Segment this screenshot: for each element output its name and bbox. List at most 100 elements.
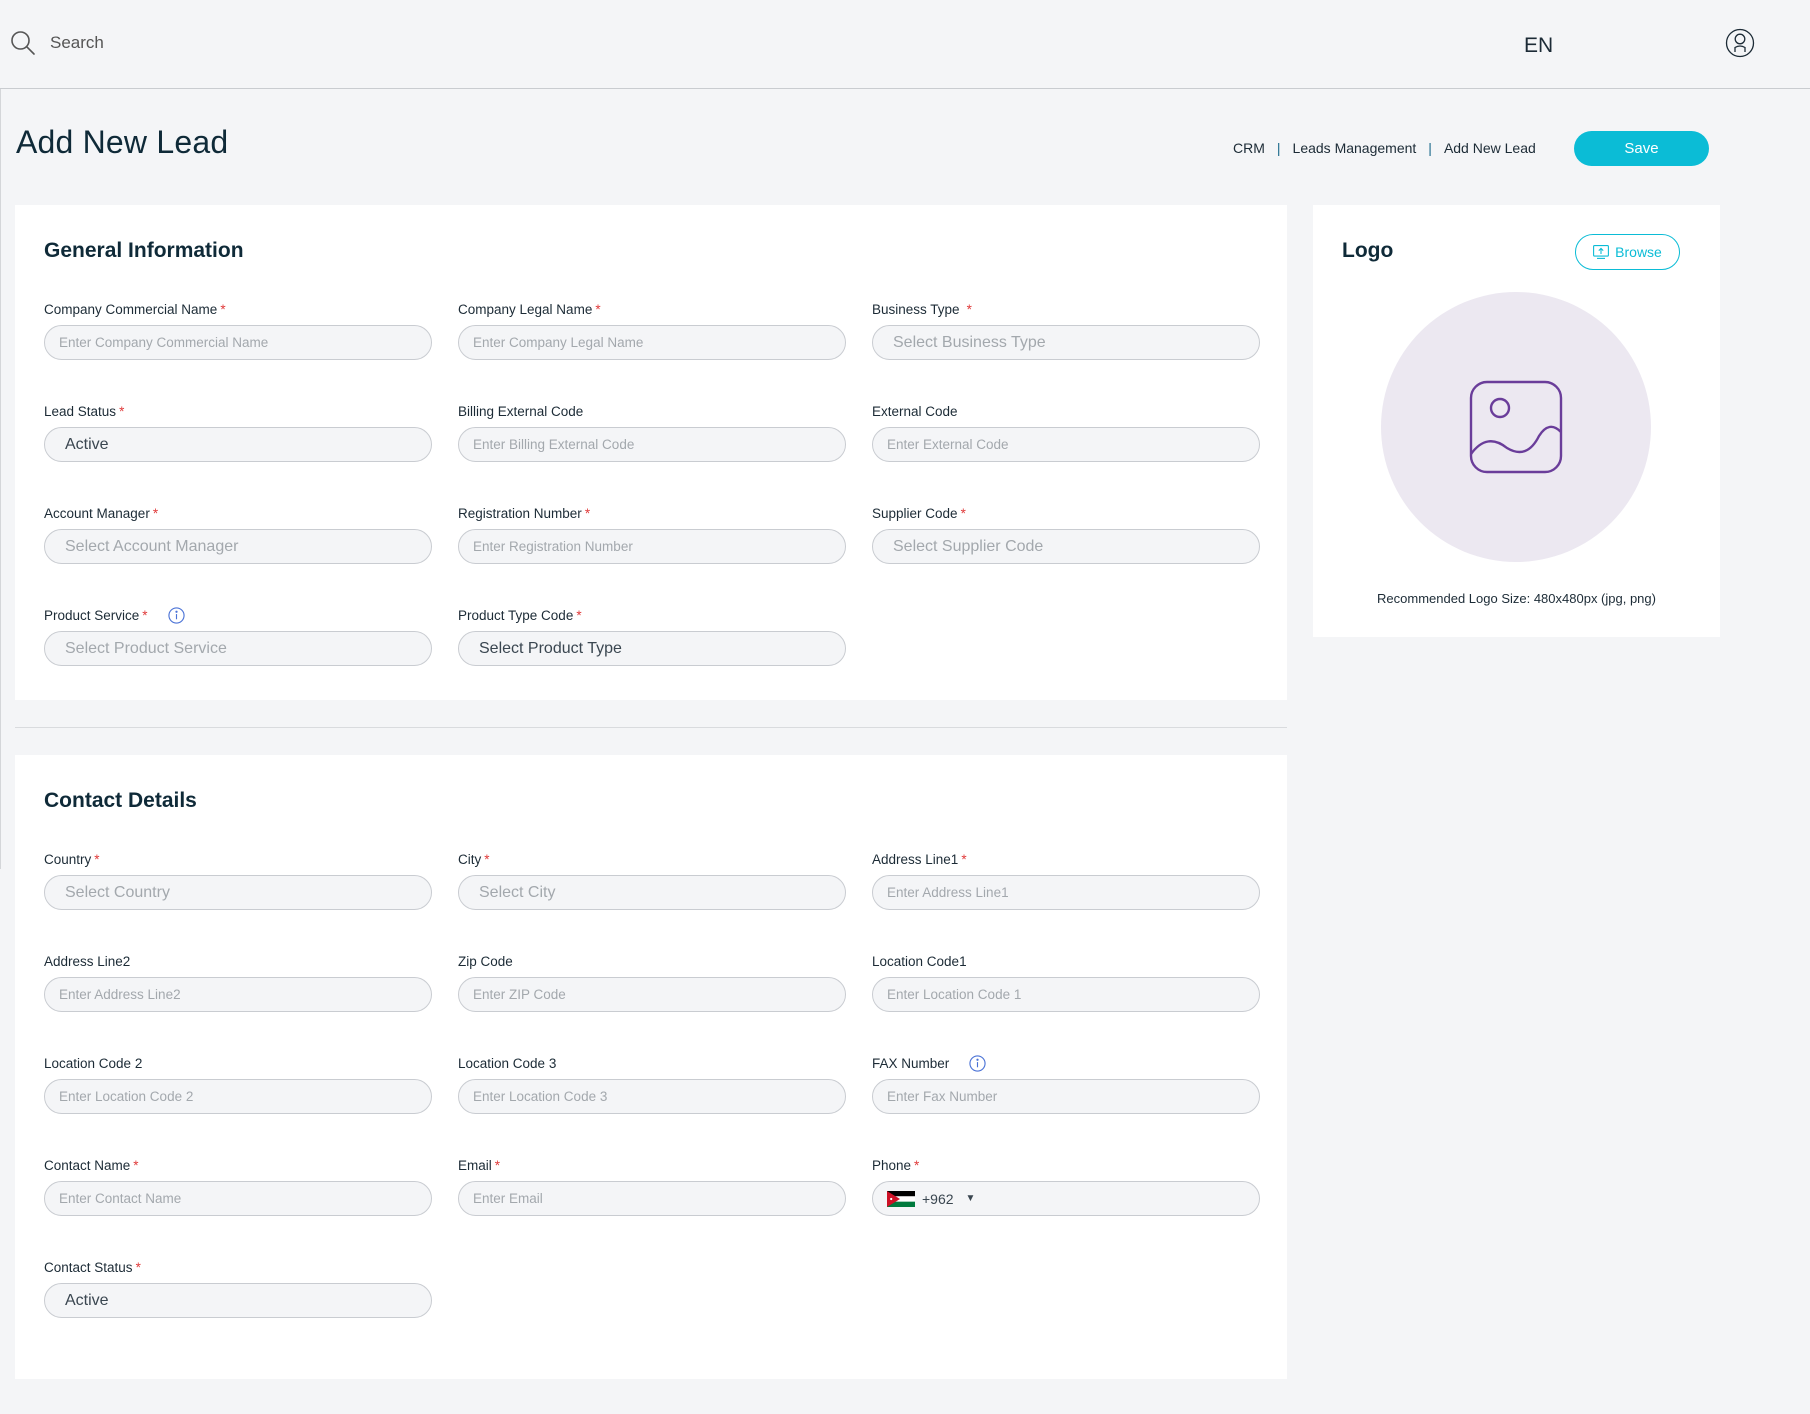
- business-type-select[interactable]: Select Business Type: [872, 325, 1260, 360]
- address-line1-field: Address Line1 * Enter Address Line1: [872, 850, 1260, 910]
- field-label: Contact Name: [44, 1157, 131, 1173]
- logo-size-hint: Recommended Logo Size: 480x480px (jpg, p…: [1377, 591, 1656, 606]
- info-icon[interactable]: [969, 1054, 986, 1072]
- search-input[interactable]: [50, 33, 290, 53]
- logo-preview[interactable]: [1381, 292, 1651, 562]
- city-field: City * Select City: [458, 850, 846, 910]
- supplier-code-select[interactable]: Select Supplier Code: [872, 529, 1260, 564]
- required-marker: *: [484, 851, 490, 867]
- search-bar[interactable]: [10, 30, 290, 56]
- billing-external-code-input[interactable]: Enter Billing External Code: [458, 427, 846, 462]
- phone-field: Phone * +962 ▼: [872, 1156, 1260, 1216]
- zip-code-field: Zip Code Enter ZIP Code: [458, 952, 846, 1012]
- field-label: Product Service: [44, 607, 140, 623]
- zip-code-input[interactable]: Enter ZIP Code: [458, 977, 846, 1012]
- section-divider: [15, 727, 1287, 728]
- contact-status-field: Contact Status * Active: [44, 1258, 432, 1318]
- location-code2-input[interactable]: Enter Location Code 2: [44, 1079, 432, 1114]
- country-field: Country * Select Country: [44, 850, 432, 910]
- external-code-input[interactable]: Enter External Code: [872, 427, 1260, 462]
- address-line2-input[interactable]: Enter Address Line2: [44, 977, 432, 1012]
- product-service-field: Product Service * Select Product Service: [44, 606, 432, 666]
- top-bar: EN: [0, 0, 1810, 89]
- required-marker: *: [494, 1157, 501, 1173]
- save-button[interactable]: Save: [1574, 131, 1709, 166]
- fax-number-field: FAX Number Enter Fax Number: [872, 1054, 1260, 1114]
- lead-status-field: Lead Status * Active: [44, 402, 432, 462]
- contact-details-card: Contact Details Country * Select Country …: [15, 755, 1287, 1379]
- email-field: Email * Enter Email: [458, 1156, 846, 1216]
- city-select[interactable]: Select City: [458, 875, 846, 910]
- field-label: Location Code1: [872, 953, 967, 969]
- product-type-code-field: Product Type Code * Select Product Type: [458, 606, 846, 666]
- location-code2-field: Location Code 2 Enter Location Code 2: [44, 1054, 432, 1114]
- breadcrumb-crm[interactable]: CRM: [1233, 140, 1265, 156]
- field-label: Address Line2: [44, 953, 131, 969]
- location-code3-input[interactable]: Enter Location Code 3: [458, 1079, 846, 1114]
- address-line1-input[interactable]: Enter Address Line1: [872, 875, 1260, 910]
- user-icon[interactable]: [1725, 28, 1755, 58]
- browse-button[interactable]: Browse: [1575, 234, 1680, 270]
- field-label: Contact Status: [44, 1259, 133, 1275]
- required-marker: *: [961, 851, 967, 867]
- field-label: Email: [458, 1157, 492, 1173]
- info-icon[interactable]: [167, 606, 185, 624]
- image-icon: [1469, 380, 1563, 474]
- company-legal-name-input[interactable]: Enter Company Legal Name: [458, 325, 846, 360]
- external-code-field: External Code Enter External Code: [872, 402, 1260, 462]
- field-label: Phone: [872, 1157, 912, 1173]
- required-marker: *: [576, 607, 582, 623]
- field-label: Company Commercial Name: [44, 301, 218, 317]
- logo-card: Logo Browse Recommended Logo Size: 480x4…: [1313, 205, 1720, 637]
- required-marker: *: [584, 505, 591, 521]
- left-border: [0, 89, 1, 869]
- chevron-down-icon[interactable]: ▼: [966, 1193, 976, 1204]
- registration-number-input[interactable]: Enter Registration Number: [458, 529, 846, 564]
- email-input[interactable]: Enter Email: [458, 1181, 846, 1216]
- required-marker: *: [595, 301, 601, 317]
- country-select[interactable]: Select Country: [44, 875, 432, 910]
- page-title: Add New Lead: [16, 124, 229, 160]
- field-label: FAX Number: [872, 1055, 950, 1071]
- contact-details-title: Contact Details: [44, 789, 197, 812]
- required-marker: *: [966, 301, 972, 317]
- jordan-flag-icon[interactable]: [887, 1190, 915, 1207]
- product-type-code-select[interactable]: Select Product Type: [458, 631, 846, 666]
- required-marker: *: [220, 301, 226, 317]
- location-code1-input[interactable]: Enter Location Code 1: [872, 977, 1260, 1012]
- field-label: City: [458, 851, 482, 867]
- required-marker: *: [960, 505, 966, 521]
- registration-number-field: Registration Number * Enter Registration …: [458, 504, 846, 564]
- phone-country-code[interactable]: +962: [922, 1191, 954, 1207]
- business-type-field: Business Type * Select Business Type: [872, 300, 1260, 360]
- contact-name-input[interactable]: Enter Contact Name: [44, 1181, 432, 1216]
- required-marker: *: [152, 505, 159, 521]
- general-information-card: General Information Company Commercial N…: [15, 205, 1287, 700]
- language-selector[interactable]: EN: [1524, 34, 1553, 58]
- field-label: Location Code 3: [458, 1055, 557, 1071]
- field-label: Location Code 2: [44, 1055, 143, 1071]
- field-label: Lead Status: [44, 403, 117, 419]
- lead-status-select[interactable]: Active: [44, 427, 432, 462]
- location-code3-field: Location Code 3 Enter Location Code 3: [458, 1054, 846, 1114]
- company-commercial-name-field: Company Commercial Name * Enter Company C…: [44, 300, 432, 360]
- required-marker: *: [914, 1157, 920, 1173]
- account-manager-select[interactable]: Select Account Manager: [44, 529, 432, 564]
- breadcrumb-separator: |: [1428, 140, 1432, 156]
- location-code1-field: Location Code1 Enter Location Code 1: [872, 952, 1260, 1012]
- search-icon: [11, 31, 35, 55]
- required-marker: *: [135, 1259, 141, 1275]
- phone-input[interactable]: +962 ▼: [872, 1181, 1260, 1216]
- company-commercial-name-input[interactable]: Enter Company Commercial Name: [44, 325, 432, 360]
- field-label: Address Line1: [872, 851, 959, 867]
- breadcrumb-leads-management[interactable]: Leads Management: [1293, 140, 1417, 156]
- contact-status-select[interactable]: Active: [44, 1283, 432, 1318]
- field-label: Registration Number: [458, 505, 582, 521]
- billing-external-code-field: Billing External Code Enter Billing Exte…: [458, 402, 846, 462]
- field-label: Billing External Code: [458, 403, 584, 419]
- fax-number-input[interactable]: Enter Fax Number: [872, 1079, 1260, 1114]
- field-label: Zip Code: [458, 953, 513, 969]
- breadcrumb-separator: |: [1276, 140, 1281, 156]
- company-legal-name-field: Company Legal Name * Enter Company Legal …: [458, 300, 846, 360]
- product-service-select[interactable]: Select Product Service: [44, 631, 432, 666]
